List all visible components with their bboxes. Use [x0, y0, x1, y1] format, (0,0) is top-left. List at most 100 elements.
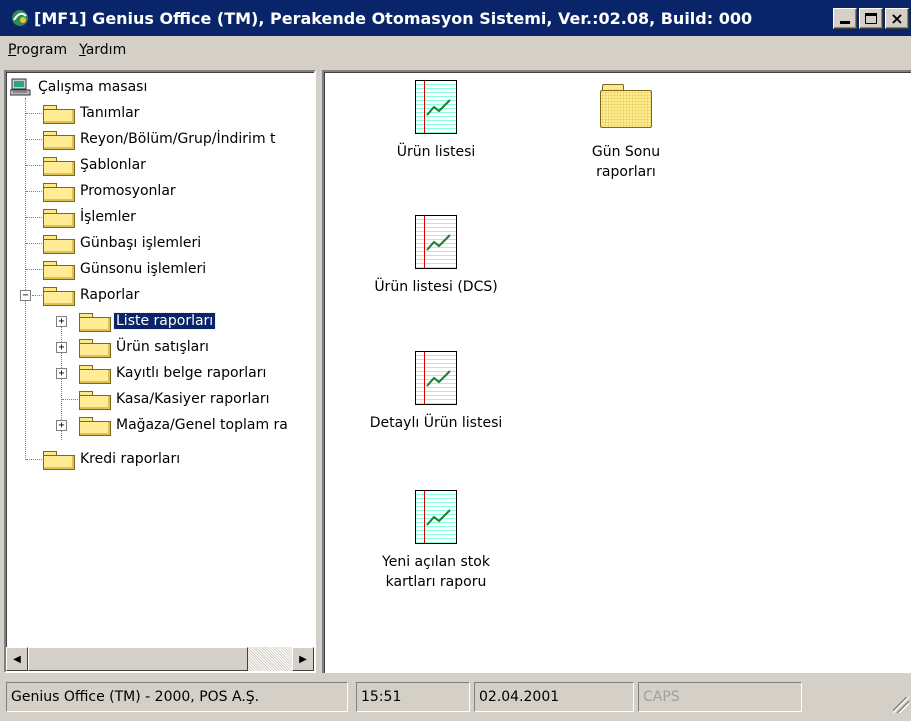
item-label: Detaylı Ürün listesi	[369, 415, 503, 431]
folder-icon	[78, 390, 111, 410]
item-label: Yeni açılan stok	[382, 554, 490, 570]
folder-icon	[42, 208, 75, 228]
tree-connector	[32, 295, 42, 296]
expand-toggle-kayitli[interactable]: +	[56, 368, 67, 379]
desktop-icon	[10, 78, 31, 96]
tree-item-kasa-kasiyer[interactable]: Kasa/Kasiyer raporları	[78, 386, 272, 412]
scroll-left-button[interactable]: ◀	[6, 647, 28, 671]
status-time: 15:51	[356, 682, 470, 712]
report-urun-listesi-dcs[interactable]: Ürün listesi (DCS)	[356, 215, 516, 297]
tree-item-reyon[interactable]: Reyon/Bölüm/Grup/İndirim t	[42, 126, 278, 152]
tree-label: Tanımlar	[80, 105, 140, 121]
tree-root-desktop[interactable]: Çalışma masası	[10, 74, 149, 100]
tree-label-selected: Liste raporları	[112, 312, 217, 330]
folder-icon	[42, 260, 75, 280]
report-chart-icon	[415, 490, 457, 544]
tree-label: Kasa/Kasiyer raporları	[116, 391, 270, 407]
folder-icon	[42, 450, 75, 470]
folder-icon	[42, 104, 75, 124]
item-label-line2: kartları raporu	[385, 574, 487, 590]
tree-horizontal-scrollbar[interactable]: ◀ ▶	[6, 647, 314, 671]
close-button[interactable]: ×	[885, 8, 909, 29]
tree-connector	[26, 459, 42, 460]
tree-label: Şablonlar	[80, 157, 146, 173]
menu-program-accel: P	[8, 42, 17, 58]
report-detayli-urun-listesi[interactable]: Detaylı Ürün listesi	[356, 351, 516, 433]
arrow-left-icon: ◀	[13, 653, 21, 665]
status-company: Genius Office (TM) - 2000, POS A.Ş.	[6, 682, 348, 712]
resize-grip[interactable]	[893, 697, 909, 713]
status-caps: CAPS	[638, 682, 802, 712]
window-title: [MF1] Genius Office (TM), Perakende Otom…	[34, 8, 753, 28]
folder-open-icon	[42, 286, 75, 306]
folder-icon	[42, 182, 75, 202]
close-icon: ×	[890, 8, 904, 28]
folder-icon	[78, 416, 111, 436]
item-label: Gün Sonu	[591, 144, 661, 160]
tree-label: İşlemler	[80, 209, 136, 225]
scroll-thumb[interactable]	[28, 647, 248, 671]
tree-label: Ürün satışları	[116, 339, 209, 355]
folder-icon	[42, 234, 75, 254]
tree-connector	[26, 165, 42, 166]
tree-item-tanimlar[interactable]: Tanımlar	[42, 100, 141, 126]
tree-label: Çalışma masası	[38, 79, 148, 95]
report-chart-icon	[415, 351, 457, 405]
minimize-icon	[840, 21, 850, 24]
report-chart-icon	[415, 215, 457, 269]
arrow-right-icon: ▶	[299, 653, 307, 665]
tree-connector	[26, 139, 42, 140]
content-pane: Ürün listesi Gün Sonu raporları Ürün lis…	[322, 70, 911, 673]
tree-label: Kayıtlı belge raporları	[116, 365, 267, 381]
menu-yardim-label: ardım	[85, 42, 127, 58]
menu-program-label: rogram	[16, 42, 68, 58]
folder-icon	[78, 364, 111, 384]
tree-item-promosyonlar[interactable]: Promosyonlar	[42, 178, 178, 204]
tree-connector	[26, 269, 42, 270]
navigation-tree[interactable]: Çalışma masası Tanımlar Reyon/Bölüm/Grup…	[6, 72, 314, 647]
tree-item-gunbasi[interactable]: Günbaşı işlemleri	[42, 230, 203, 256]
title-bar[interactable]: [MF1] Genius Office (TM), Perakende Otom…	[0, 0, 911, 36]
tree-connector	[26, 243, 42, 244]
tree-item-sablonlar[interactable]: Şablonlar	[42, 152, 148, 178]
expand-toggle-liste[interactable]: +	[56, 316, 67, 327]
folder-gun-sonu-raporlari[interactable]: Gün Sonu raporları	[546, 84, 706, 182]
expand-toggle-magaza[interactable]: +	[56, 420, 67, 431]
main-window: [MF1] Genius Office (TM), Perakende Otom…	[0, 0, 911, 721]
navigation-tree-pane: Çalışma masası Tanımlar Reyon/Bölüm/Grup…	[4, 70, 316, 673]
tree-label: Kredi raporları	[80, 451, 181, 467]
menu-yardim-accel: Y	[79, 42, 86, 58]
menu-bar: Program Yardım	[0, 36, 911, 64]
menu-yardim[interactable]: Yardım	[79, 42, 126, 58]
tree-item-urun-satislari[interactable]: Ürün satışları	[78, 334, 211, 360]
folder-icon	[42, 156, 75, 176]
maximize-button[interactable]	[859, 8, 883, 29]
maximize-icon	[865, 13, 877, 24]
tree-item-liste-raporlari[interactable]: Liste raporları	[78, 308, 217, 334]
report-yeni-acilan-stok[interactable]: Yeni açılan stok kartları raporu	[356, 490, 516, 592]
tree-connector	[26, 217, 42, 218]
item-label: Ürün listesi (DCS)	[374, 279, 498, 295]
minimize-button[interactable]	[833, 8, 857, 29]
collapse-toggle-raporlar[interactable]: −	[20, 290, 31, 301]
tree-item-kredi-raporlari[interactable]: Kredi raporları	[42, 446, 182, 472]
tree-item-gunsonu[interactable]: Günsonu işlemleri	[42, 256, 208, 282]
tree-label: Günsonu işlemleri	[80, 261, 207, 277]
report-urun-listesi[interactable]: Ürün listesi	[356, 80, 516, 162]
tree-connector	[26, 113, 42, 114]
tree-label: Promosyonlar	[80, 183, 176, 199]
tree-item-magaza-genel[interactable]: Mağaza/Genel toplam ra	[78, 412, 290, 438]
expand-toggle-urun-satislari[interactable]: +	[56, 342, 67, 353]
tree-item-kayitli-belge[interactable]: Kayıtlı belge raporları	[78, 360, 268, 386]
tree-connector	[62, 399, 78, 400]
scroll-right-button[interactable]: ▶	[292, 647, 314, 671]
app-icon[interactable]	[10, 8, 30, 28]
tree-item-islemler[interactable]: İşlemler	[42, 204, 138, 230]
tree-connector	[26, 191, 42, 192]
tree-label: Günbaşı işlemleri	[80, 235, 202, 251]
tree-label: Raporlar	[80, 287, 140, 303]
folder-icon	[42, 130, 75, 150]
status-bar: Genius Office (TM) - 2000, POS A.Ş. 15:5…	[0, 680, 911, 721]
menu-program[interactable]: Program	[8, 42, 67, 58]
tree-item-raporlar[interactable]: Raporlar	[42, 282, 141, 308]
